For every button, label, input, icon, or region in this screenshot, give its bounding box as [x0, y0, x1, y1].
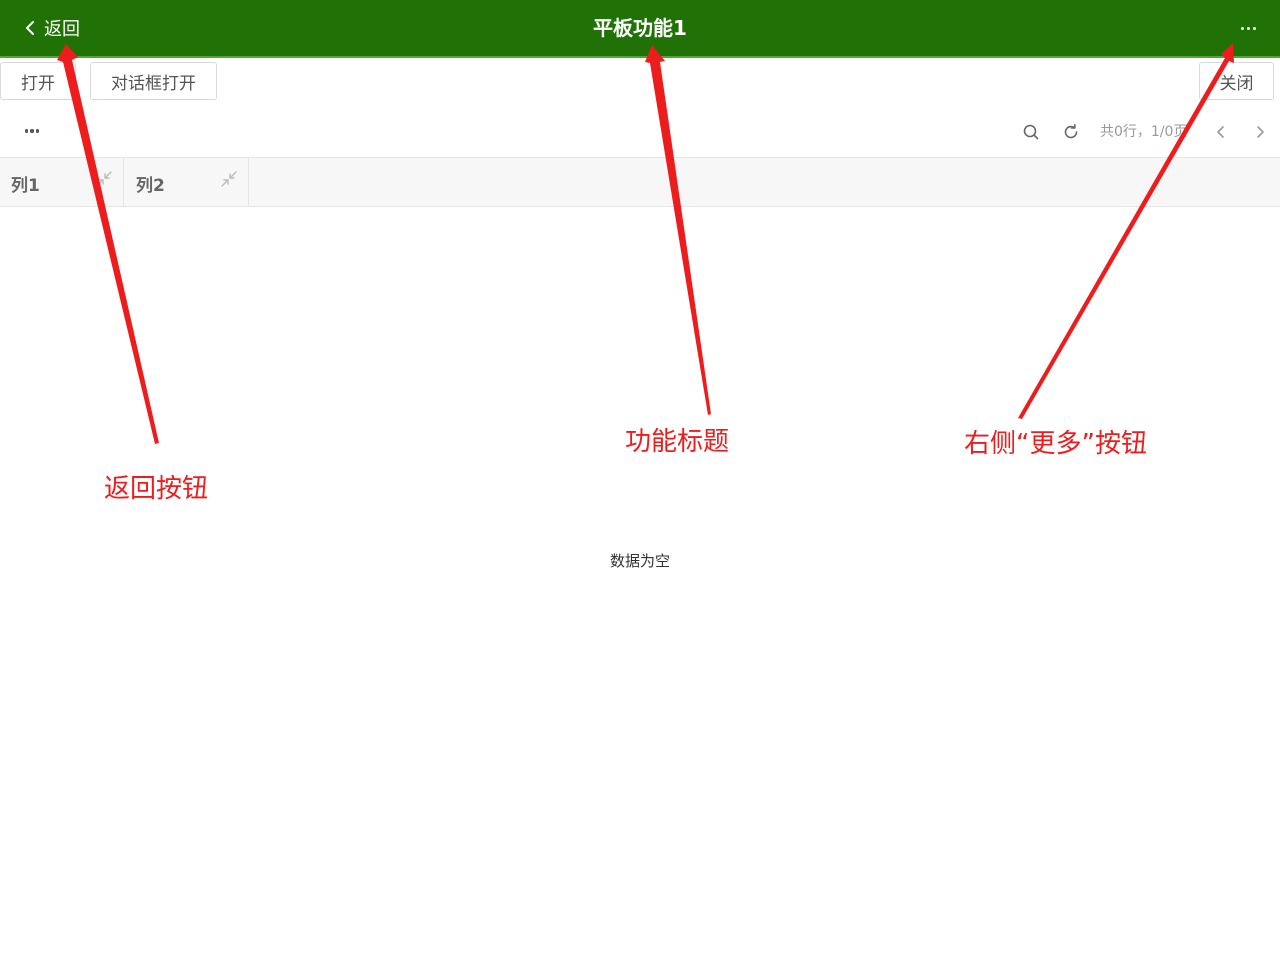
- search-button[interactable]: [1020, 121, 1042, 143]
- refresh-icon: [1064, 123, 1078, 139]
- header-more-button[interactable]: [1236, 14, 1260, 42]
- prev-page-button[interactable]: [1210, 121, 1232, 143]
- column-header-label: 列1: [11, 176, 40, 196]
- column-header-label: 列2: [136, 176, 165, 196]
- refresh-button[interactable]: [1060, 121, 1082, 143]
- search-icon: [1023, 124, 1039, 140]
- open-button[interactable]: 打开: [0, 62, 76, 100]
- column-header-2[interactable]: 列2: [125, 158, 249, 206]
- collapse-icon[interactable]: [95, 170, 113, 188]
- close-button[interactable]: 关闭: [1199, 62, 1274, 100]
- annotation-back-button: 返回按钮: [104, 474, 209, 504]
- dialog-open-button[interactable]: 对话框打开: [90, 62, 217, 100]
- annotation-more-button: 右侧“更多”按钮: [964, 429, 1147, 459]
- page: 返回 平板功能1 打开 对话框打开 关闭 共0行，1/0页 列1 列2 数据为空…: [0, 0, 1280, 960]
- chevron-right-icon: [1257, 126, 1264, 138]
- page-title: 平板功能1: [593, 16, 687, 40]
- empty-state-text: 数据为空: [609, 552, 670, 570]
- table-header: 列1 列2: [0, 157, 1280, 207]
- header-bar: 返回 平板功能1: [0, 0, 1280, 58]
- annotation-arrow-back: [57, 44, 159, 444]
- more-horizontal-icon: [24, 129, 29, 133]
- more-horizontal-icon: [1240, 26, 1244, 30]
- pager-info: 共0行，1/0页: [1100, 124, 1188, 140]
- annotation-feature-title: 功能标题: [625, 427, 730, 457]
- chevron-left-icon: [1217, 126, 1224, 138]
- column-header-1[interactable]: 列1: [0, 158, 124, 206]
- annotation-arrow-title: [645, 45, 711, 415]
- collapse-icon[interactable]: [220, 170, 238, 188]
- grid-more-button[interactable]: [22, 120, 42, 142]
- next-page-button[interactable]: [1249, 121, 1271, 143]
